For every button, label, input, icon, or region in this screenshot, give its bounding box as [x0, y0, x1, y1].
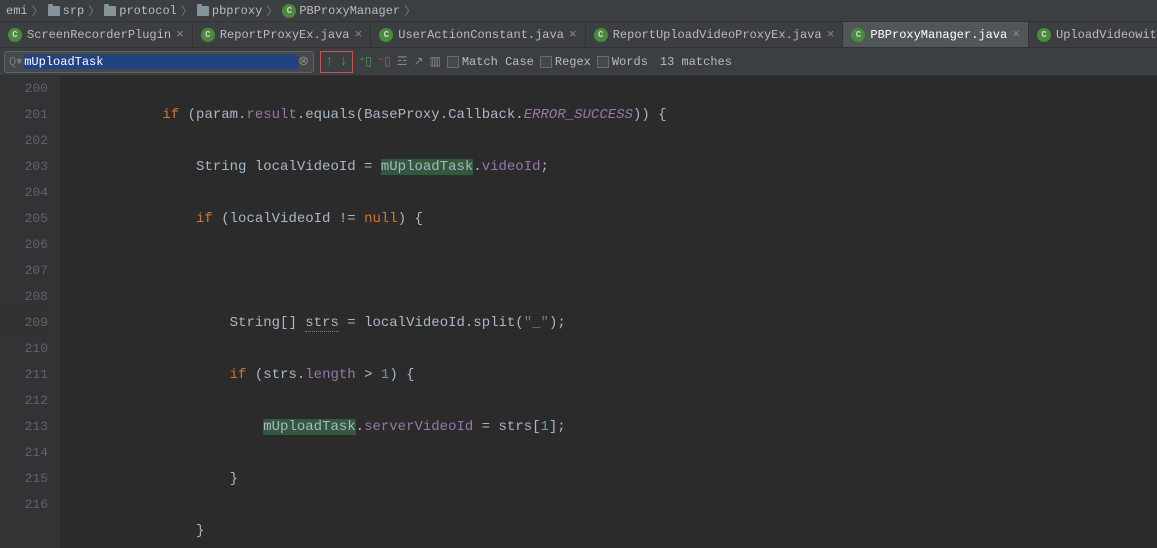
remove-selection-icon[interactable]: ⁻▯ [378, 54, 391, 69]
code-area[interactable]: if (param.result.equals(BaseProxy.Callba… [60, 76, 1157, 548]
find-bar: Q▾ ⊗ ↑ ↓ ⁺▯ ⁻▯ ☲ ↗ ▥ Match Case Regex Wo… [0, 48, 1157, 76]
tab-label: UploadVideowithShareDialog [1056, 28, 1157, 42]
tab-reportproxy[interactable]: C ReportProxyEx.java × [193, 22, 371, 47]
close-icon[interactable]: × [354, 27, 362, 42]
tab-uploadvideo[interactable]: C UploadVideowithShareDialog [1029, 22, 1157, 47]
tab-label: PBProxyManager.java [870, 28, 1007, 42]
class-icon: C [379, 28, 393, 42]
regex-checkbox[interactable]: Regex [540, 55, 591, 69]
folder-icon [104, 6, 116, 16]
breadcrumb-item[interactable]: CPBProxyManager [282, 4, 400, 18]
words-checkbox[interactable]: Words [597, 55, 648, 69]
search-match: mUploadTask [263, 419, 355, 435]
class-icon: C [594, 28, 608, 42]
add-selection-icon[interactable]: ⁺▯ [359, 54, 372, 69]
find-input[interactable] [24, 55, 298, 69]
breadcrumb-item[interactable]: pbproxy [197, 4, 262, 18]
tab-label: ScreenRecorderPlugin [27, 28, 171, 42]
close-icon[interactable]: × [1012, 27, 1020, 42]
chevron-right-icon: 〉 [181, 2, 193, 19]
class-icon: C [851, 28, 865, 42]
tab-screenrecorder[interactable]: C ScreenRecorderPlugin × [0, 22, 193, 47]
chevron-right-icon: 〉 [88, 2, 100, 19]
close-icon[interactable]: × [569, 27, 577, 42]
select-all-icon[interactable]: ☲ [397, 54, 408, 69]
breadcrumb: emi 〉 srp 〉 protocol 〉 pbproxy 〉 CPBProx… [0, 0, 1157, 22]
search-icon: Q▾ [9, 54, 22, 69]
folder-icon [197, 6, 209, 16]
class-icon: C [1037, 28, 1051, 42]
class-icon: C [201, 28, 215, 42]
checkbox-icon [540, 56, 552, 68]
filter-icon[interactable]: ▥ [430, 54, 441, 69]
breadcrumb-item[interactable]: protocol [104, 4, 177, 18]
find-nav: ↑ ↓ [320, 51, 353, 73]
find-input-wrapper: Q▾ ⊗ [4, 51, 314, 73]
checkbox-icon [597, 56, 609, 68]
class-icon: C [282, 4, 296, 18]
next-match-button[interactable]: ↓ [337, 54, 349, 70]
class-icon: C [8, 28, 22, 42]
folder-icon [48, 6, 60, 16]
prev-match-button[interactable]: ↑ [323, 54, 335, 70]
tab-useraction[interactable]: C UserActionConstant.java × [371, 22, 585, 47]
search-match: mUploadTask [381, 159, 473, 175]
tab-reportupload[interactable]: C ReportUploadVideoProxyEx.java × [586, 22, 844, 47]
editor-tabs: C ScreenRecorderPlugin × C ReportProxyEx.ja… [0, 22, 1157, 48]
chevron-right-icon: 〉 [404, 2, 416, 19]
editor: 2002012022032042052062072082092102112122… [0, 76, 1157, 548]
checkbox-icon [447, 56, 459, 68]
clear-icon[interactable]: ⊗ [298, 54, 309, 69]
export-icon[interactable]: ↗ [413, 54, 423, 69]
close-icon[interactable]: × [827, 27, 835, 42]
chevron-right-icon: 〉 [32, 2, 44, 19]
tab-label: ReportProxyEx.java [220, 28, 350, 42]
match-count: 13 matches [660, 55, 732, 69]
tab-pbproxymanager[interactable]: C PBProxyManager.java × [843, 22, 1029, 47]
chevron-right-icon: 〉 [266, 2, 278, 19]
gutter: 2002012022032042052062072082092102112122… [0, 76, 60, 548]
tab-label: ReportUploadVideoProxyEx.java [613, 28, 822, 42]
find-options: ⁺▯ ⁻▯ ☲ ↗ ▥ [359, 54, 441, 69]
breadcrumb-item[interactable]: srp [48, 4, 85, 18]
breadcrumb-item[interactable]: emi [6, 4, 28, 18]
match-case-checkbox[interactable]: Match Case [447, 55, 534, 69]
close-icon[interactable]: × [176, 27, 184, 42]
tab-label: UserActionConstant.java [398, 28, 564, 42]
